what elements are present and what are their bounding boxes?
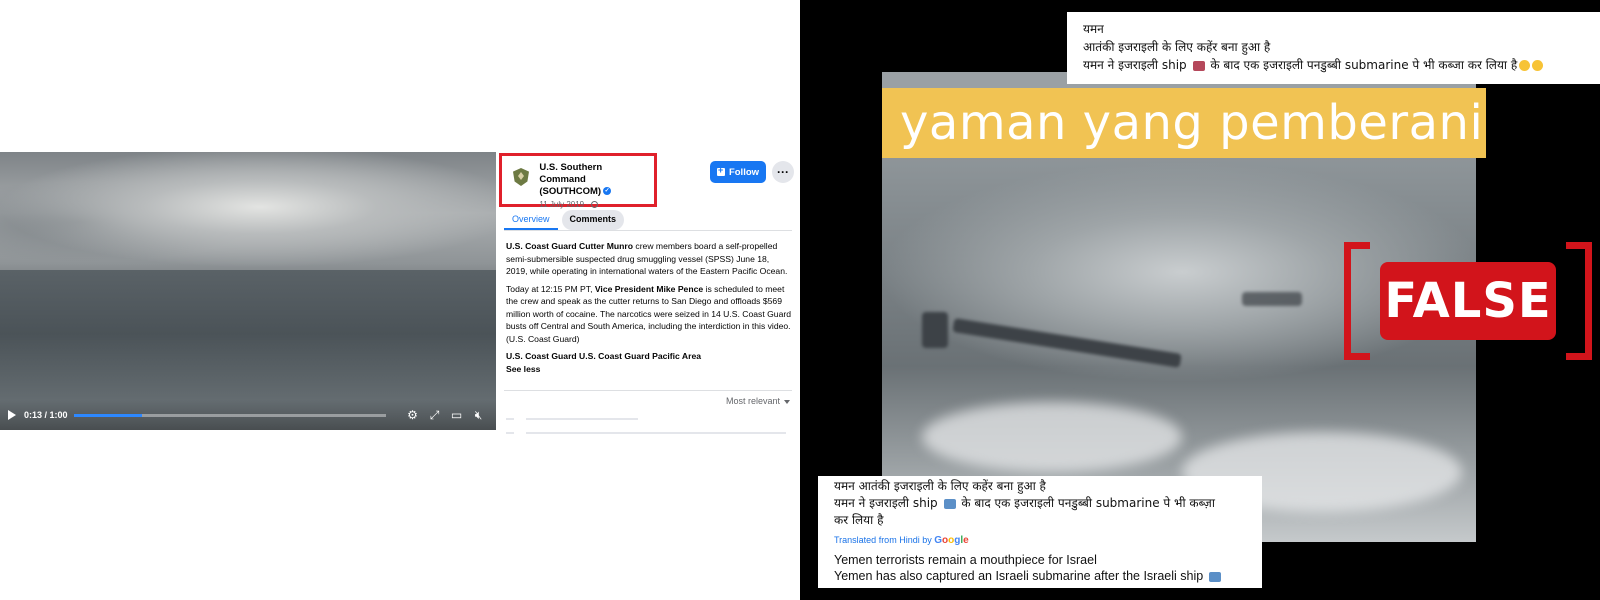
caption-line: के बाद एक इजराइली पनडुब्बी submarine पे … — [1210, 58, 1518, 72]
follow-label: Follow — [728, 166, 760, 178]
false-verdict-stamp: FALSE — [1344, 242, 1592, 360]
video-controls: 0:13 / 1:00 ⚙ ⤢ ▭ 🔇︎ — [0, 400, 496, 430]
caption-line: यमन ने इजराइली ship — [834, 496, 938, 510]
post-description: U.S. Coast Guard Cutter Munro crew membe… — [506, 240, 792, 375]
caption-line: यमन ने इजराइली ship — [1083, 58, 1187, 72]
loading-placeholder — [506, 418, 514, 420]
vessel-hatch — [922, 312, 948, 348]
original-post-caption: यमन आतंकी इजराइली के लिए कहेंर बना हुआ ह… — [1067, 12, 1600, 84]
page-avatar[interactable] — [510, 166, 532, 188]
google-letter: e — [963, 535, 969, 546]
english-translation-line: Yemen has also captured an Israeli subma… — [834, 569, 1204, 583]
post-panel: U.S. Southern Command (SOUTHCOM) ✓ 11 Jul… — [496, 152, 800, 442]
chevron-down-icon — [784, 399, 790, 404]
picture-in-picture-icon[interactable]: ▭ — [450, 408, 464, 422]
caption-line: यमन — [1083, 22, 1104, 36]
southcom-shield-logo — [513, 168, 529, 186]
see-less-link[interactable]: See less — [506, 363, 792, 376]
play-icon[interactable] — [8, 410, 16, 420]
translation-label: Translated from Hindi by — [834, 535, 932, 545]
post-text: Today at 12:15 PM PT, — [506, 283, 595, 294]
caption-line: के बाद एक इजराइली पनडुब्बी submarine पे … — [961, 496, 1215, 510]
page-name-line2: (SOUTHCOM) — [539, 186, 602, 197]
post-date-text: 11 July 2019 · — [539, 200, 590, 209]
video-frame-sky — [0, 152, 496, 272]
video-caption-banner: yaman yang pemberani — [882, 88, 1486, 158]
video-progress-bar[interactable] — [73, 413, 386, 417]
page-header-highlight: U.S. Southern Command (SOUTHCOM) ✓ 11 Jul… — [499, 153, 657, 209]
volume-mute-icon[interactable]: 🔇︎ — [472, 408, 486, 422]
translated-post-caption: यमन आतंकी इजराइली के लिए कहेंर बना हुआ ह… — [818, 476, 1262, 588]
sort-label: Most relevant — [725, 396, 780, 406]
tab-comments[interactable]: Comments — [561, 210, 625, 230]
verdict-box: FALSE — [1380, 262, 1556, 340]
smiling-emoji-icon — [1532, 60, 1544, 71]
globe-icon — [591, 201, 599, 209]
fullscreen-icon[interactable]: ⤢ — [428, 408, 442, 422]
caption-line: कर लिया है — [834, 513, 884, 527]
google-logo: Google — [934, 535, 968, 546]
page-name[interactable]: U.S. Southern Command (SOUTHCOM) ✓ — [539, 162, 648, 198]
translation-attribution[interactable]: Translated from Hindi by Google — [834, 532, 1262, 549]
follow-button[interactable]: Follow — [710, 161, 766, 183]
stamp-bracket-left — [1344, 242, 1370, 360]
divider — [504, 390, 792, 391]
distant-boat — [1242, 292, 1302, 306]
caption-line: यमन आतंकी इजराइली के लिए कहेंर बना हुआ ह… — [834, 479, 1046, 493]
video-progress-fill — [73, 413, 143, 417]
link-mike-pence[interactable]: Vice President Mike Pence — [595, 284, 703, 294]
post-date[interactable]: 11 July 2019 · — [539, 200, 648, 209]
post-tabs: Overview Comments — [504, 210, 628, 230]
comment-sort-dropdown[interactable]: Most relevant — [726, 396, 790, 406]
loading-placeholder — [526, 432, 786, 434]
caption-line: आतंकी इजराइली के लिए कहेंर बना हुआ है — [1083, 40, 1271, 54]
video-spray — [922, 402, 1182, 472]
link-coast-guard-cutter-munro[interactable]: U.S. Coast Guard Cutter Munro — [506, 241, 633, 251]
ship-emoji-icon — [1192, 60, 1205, 71]
more-options-button[interactable]: ··· — [772, 161, 794, 183]
video-player[interactable]: 0:13 / 1:00 ⚙ ⤢ ▭ 🔇︎ — [0, 152, 496, 430]
video-time: 0:13 / 1:00 — [24, 410, 68, 420]
ship-emoji-icon — [1208, 571, 1221, 582]
laughing-emoji-icon — [1519, 60, 1531, 71]
loading-placeholder — [526, 418, 638, 420]
add-friend-icon — [716, 165, 725, 176]
ship-emoji-icon — [943, 498, 956, 509]
divider — [504, 230, 792, 231]
settings-gear-icon[interactable]: ⚙ — [406, 408, 420, 422]
verified-badge-icon: ✓ — [603, 187, 612, 196]
page-name-line1: U.S. Southern Command — [539, 162, 603, 185]
facebook-post-screenshot: 0:13 / 1:00 ⚙ ⤢ ▭ 🔇︎ U.S. Southern Comma… — [0, 0, 800, 600]
loading-placeholder — [506, 432, 514, 434]
video-caption-text: yaman yang pemberani — [900, 95, 1484, 151]
verdict-label: FALSE — [1384, 273, 1552, 329]
stamp-bracket-right — [1566, 242, 1592, 360]
tab-overview[interactable]: Overview — [504, 210, 558, 230]
google-letter: G — [934, 535, 943, 546]
post-tags[interactable]: U.S. Coast Guard U.S. Coast Guard Pacifi… — [506, 351, 701, 361]
english-translation-line: Yemen terrorists remain a mouthpiece for… — [834, 553, 1097, 567]
